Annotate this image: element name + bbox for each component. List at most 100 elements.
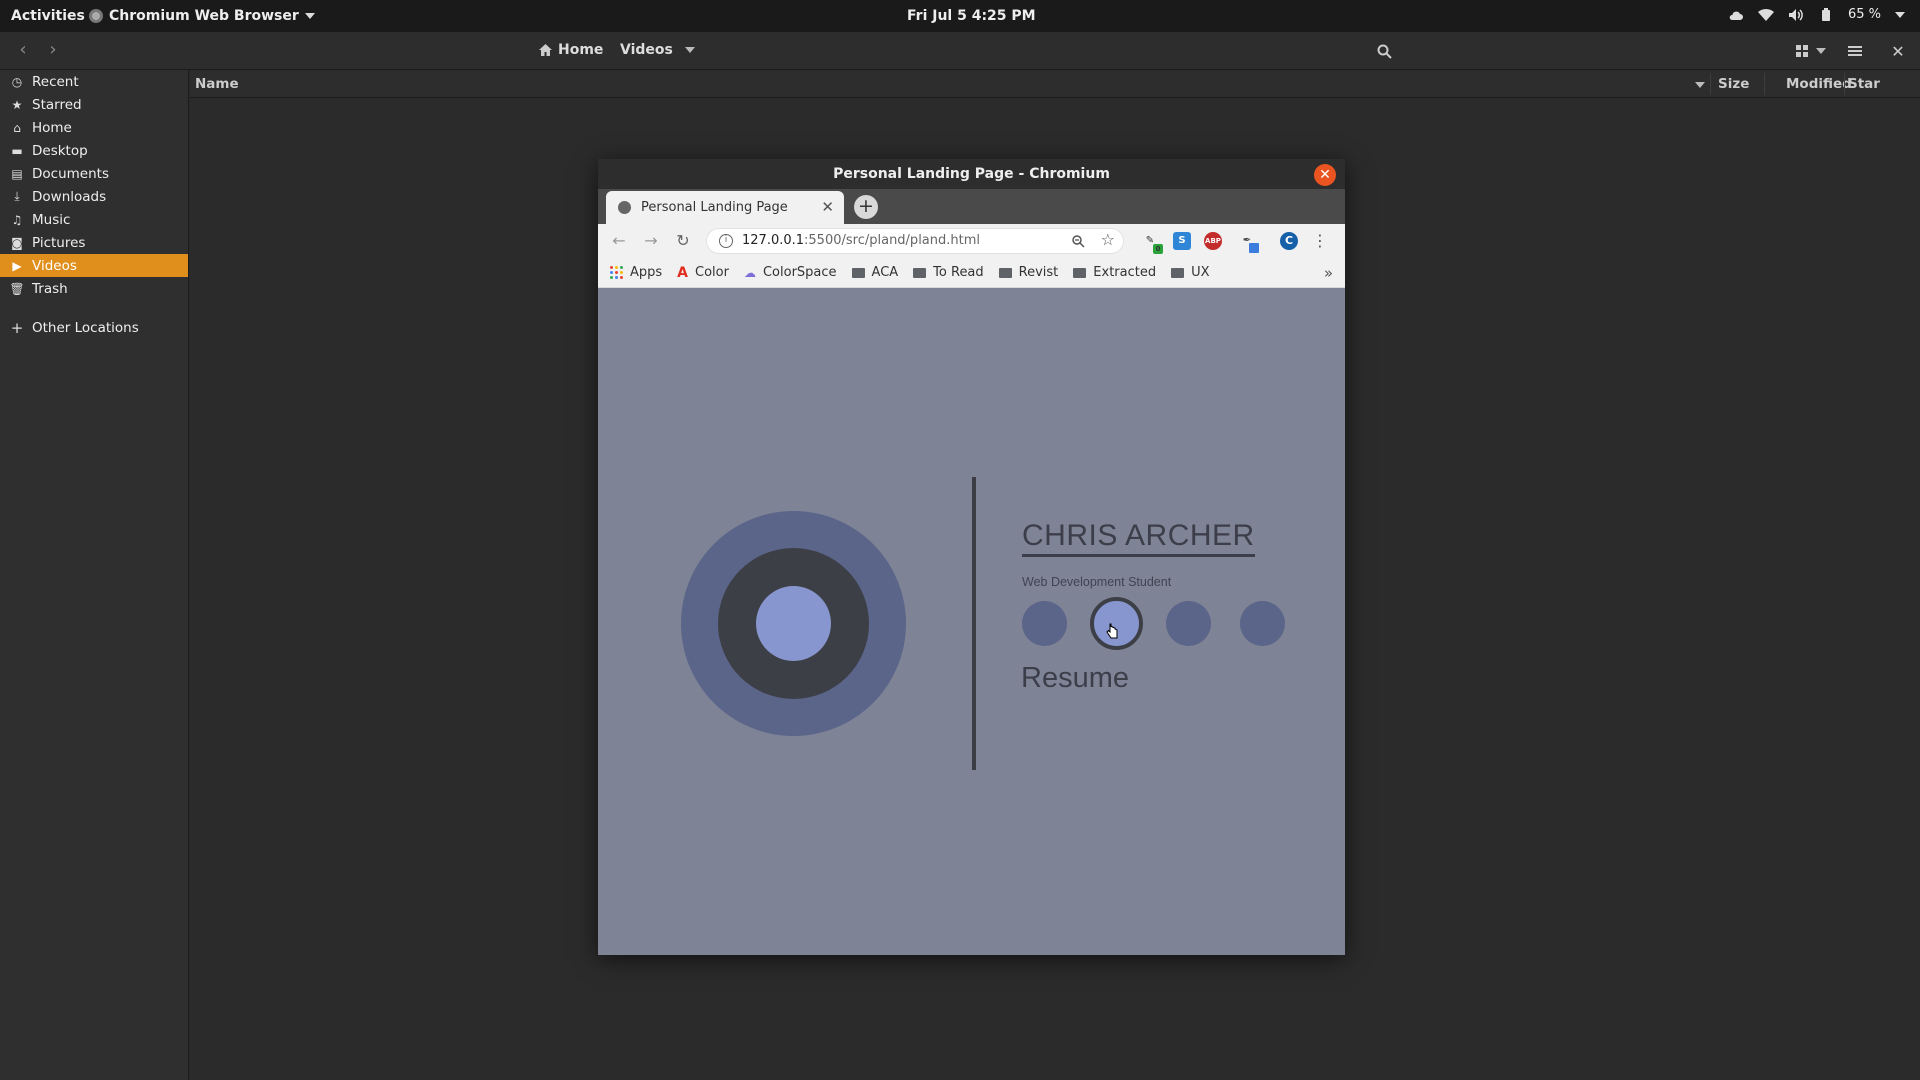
- tab-title: Personal Landing Page: [641, 200, 788, 215]
- bookmark-colorspace[interactable]: ☁ ColorSpace: [744, 265, 837, 280]
- colorspace-icon: ☁: [743, 265, 756, 280]
- zoom-icon[interactable]: [1072, 235, 1085, 248]
- window-close-button[interactable]: ✕: [1886, 40, 1910, 62]
- top-bar: Activities Chromium Web Browser Fri Jul …: [0, 0, 1920, 32]
- files-header-bar: ‹ › Home Videos ✕: [0, 32, 1920, 70]
- search-button[interactable]: [1372, 40, 1396, 62]
- sidebar-item-trash[interactable]: 🗑 Trash: [0, 277, 188, 300]
- bookmark-folder-to-read[interactable]: To Read: [913, 265, 984, 280]
- column-star[interactable]: Star: [1848, 76, 1880, 92]
- sidebar-item-documents[interactable]: ▤ Documents: [0, 162, 188, 185]
- file-list-header: Name Size Modified Star: [190, 71, 1920, 98]
- tab-strip: Personal Landing Page ✕ +: [598, 189, 1345, 224]
- sidebar-item-recent[interactable]: ◷ Recent: [0, 70, 188, 93]
- globe-icon: [618, 201, 631, 214]
- chevron-down-icon[interactable]: [1695, 82, 1705, 88]
- bookmark-folder-aca[interactable]: ACA: [851, 265, 898, 280]
- view-options-button[interactable]: [1790, 40, 1832, 62]
- bookmark-label: To Read: [933, 265, 984, 280]
- bookmarks-bar: Apps A Color ☁ ColorSpace ACA To Read Re…: [598, 258, 1345, 288]
- bookmark-label: Revist: [1018, 265, 1059, 280]
- social-link-1[interactable]: [1022, 601, 1067, 646]
- path-videos-label: Videos: [620, 42, 673, 58]
- battery-icon: [1821, 7, 1830, 21]
- sidebar-item-downloads[interactable]: ⤓ Downloads: [0, 185, 188, 208]
- forward-button[interactable]: →: [641, 231, 661, 251]
- sidebar-item-pictures[interactable]: ◙ Pictures: [0, 231, 188, 254]
- star-icon: ★: [11, 97, 23, 112]
- column-modified[interactable]: Modified: [1786, 76, 1852, 92]
- chrome-menu-button[interactable]: ⋮: [1310, 231, 1330, 251]
- activities-button[interactable]: Activities: [11, 8, 85, 24]
- folder-icon: [1073, 267, 1087, 278]
- folder-icon: [1171, 267, 1185, 278]
- chevron-down-icon: [304, 13, 315, 19]
- sidebar-item-label: Home: [32, 119, 72, 136]
- reload-button[interactable]: ↻: [673, 231, 693, 251]
- window-close-button[interactable]: ✕: [1314, 164, 1336, 186]
- adobe-icon: A: [677, 264, 689, 281]
- app-menu[interactable]: Chromium Web Browser: [89, 8, 315, 24]
- sidebar-item-starred[interactable]: ★ Starred: [0, 93, 188, 116]
- system-tray[interactable]: 65 %: [1728, 7, 1905, 22]
- social-link-3[interactable]: [1166, 601, 1211, 646]
- sidebar-item-label: Music: [32, 211, 71, 228]
- window-titlebar[interactable]: Personal Landing Page - Chromium ✕: [598, 159, 1345, 189]
- profile-avatar[interactable]: C: [1280, 232, 1298, 250]
- menu-button[interactable]: [1843, 40, 1867, 62]
- path-videos-button[interactable]: Videos: [620, 42, 695, 58]
- bookmark-folder-revist[interactable]: Revist: [998, 265, 1059, 280]
- path-home-label: Home: [558, 42, 604, 58]
- browser-toolbar: ← → ↻ i 127.0.0.1:5500/src/pland/pland.h…: [598, 224, 1345, 258]
- sidebar-item-videos[interactable]: ▶ Videos: [0, 254, 188, 277]
- bookmark-folder-extracted[interactable]: Extracted: [1073, 265, 1156, 280]
- sidebar-item-other-locations[interactable]: + Other Locations: [0, 316, 188, 339]
- bookmark-star-icon[interactable]: ☆: [1101, 228, 1115, 252]
- column-divider: [1844, 73, 1845, 95]
- home-icon: ⌂: [13, 120, 21, 135]
- back-button[interactable]: ←: [609, 231, 629, 251]
- sidebar-item-label: Starred: [32, 96, 82, 113]
- volume-icon: [1788, 8, 1803, 21]
- sidebar-item-label: Pictures: [32, 234, 86, 251]
- column-name[interactable]: Name: [195, 76, 239, 92]
- search-icon: [1377, 44, 1392, 59]
- chromium-window: Personal Landing Page - Chromium ✕ Perso…: [598, 159, 1345, 955]
- chevron-down-icon: [1816, 48, 1826, 54]
- bookmark-apps[interactable]: Apps: [610, 265, 662, 280]
- sidebar-item-music[interactable]: ♫ Music: [0, 208, 188, 231]
- new-tab-button[interactable]: +: [854, 195, 878, 219]
- extension-tamper-icon[interactable]: ✎ 0: [1141, 232, 1163, 254]
- url-host: 127.0.0.1: [742, 233, 805, 248]
- plus-icon: +: [10, 318, 24, 337]
- sidebar-item-label: Videos: [32, 257, 77, 274]
- social-link-4[interactable]: [1240, 601, 1285, 646]
- avatar-ring-inner: [756, 586, 831, 661]
- path-home-button[interactable]: Home: [539, 42, 603, 58]
- bookmark-color[interactable]: A Color: [677, 265, 729, 281]
- address-bar[interactable]: i 127.0.0.1:5500/src/pland/pland.html ☆: [706, 228, 1124, 254]
- page-title: CHRIS ARCHER: [1022, 519, 1255, 557]
- folder-icon: [851, 267, 865, 278]
- column-size[interactable]: Size: [1718, 76, 1749, 92]
- sidebar-item-label: Other Locations: [32, 319, 139, 336]
- home-icon: [539, 44, 552, 56]
- eyedropper-icon[interactable]: ✒: [1238, 232, 1259, 253]
- url-path: :5500/src/pland/pland.html: [804, 233, 981, 248]
- camera-icon: ◙: [11, 235, 23, 250]
- tab-personal-landing-page[interactable]: Personal Landing Page ✕: [606, 191, 844, 224]
- wifi-icon: [1757, 8, 1774, 21]
- extension-s-icon[interactable]: S: [1173, 232, 1191, 250]
- sidebar-item-home[interactable]: ⌂ Home: [0, 116, 188, 139]
- adblock-icon[interactable]: ABP: [1204, 232, 1222, 250]
- clock[interactable]: Fri Jul 5 4:25 PM: [907, 8, 1036, 24]
- resume-link[interactable]: Resume: [1021, 662, 1129, 695]
- back-button[interactable]: ‹: [12, 41, 34, 61]
- forward-button[interactable]: ›: [42, 41, 64, 61]
- trash-icon: 🗑: [9, 281, 25, 296]
- tab-close-button[interactable]: ✕: [821, 198, 834, 216]
- bookmark-folder-ux[interactable]: UX: [1171, 265, 1210, 280]
- info-icon[interactable]: i: [719, 234, 733, 248]
- bookmarks-overflow-icon[interactable]: »: [1324, 264, 1333, 282]
- sidebar-item-desktop[interactable]: ▬ Desktop: [0, 139, 188, 162]
